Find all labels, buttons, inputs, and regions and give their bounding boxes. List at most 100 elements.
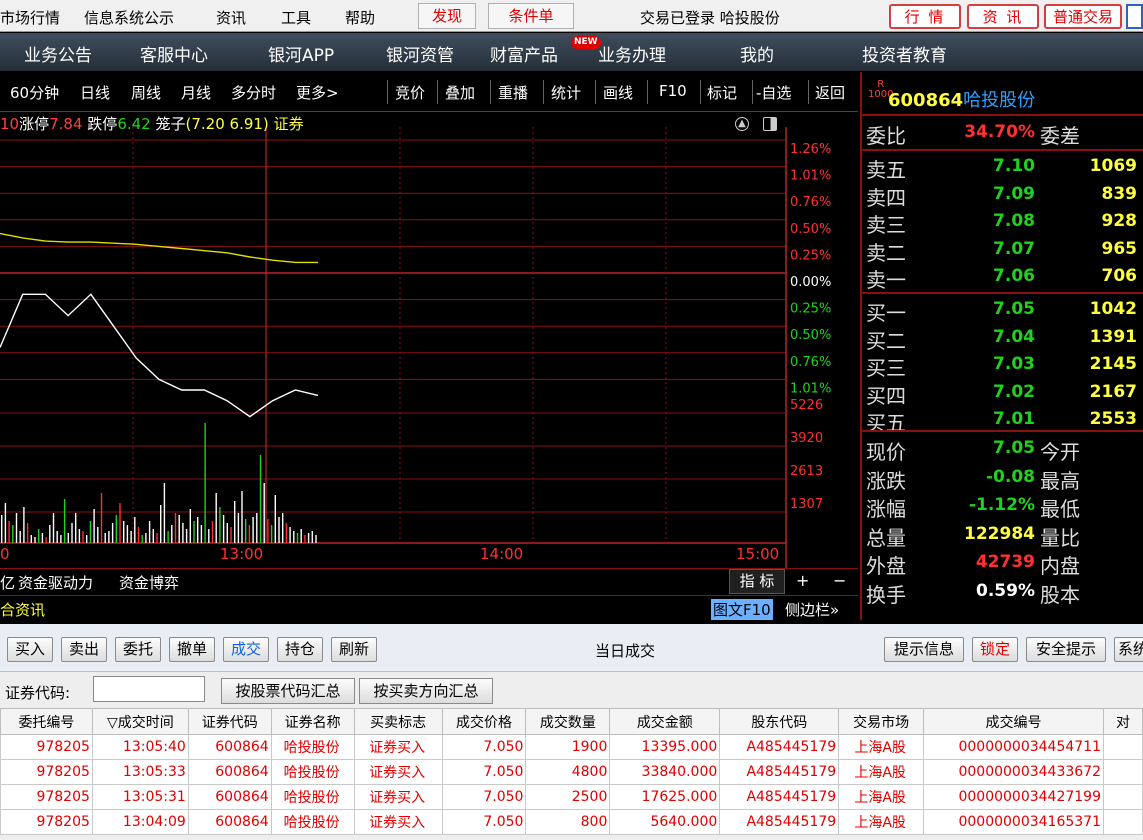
news-mode-button[interactable]: 资 讯 [967, 4, 1039, 29]
refresh-button[interactable]: 刷新 [331, 637, 377, 662]
volume-bar [307, 533, 310, 543]
menu-market[interactable]: 市场行情 [0, 7, 60, 28]
normal-trade-button[interactable]: 普通交易 [1044, 4, 1122, 29]
ask-level-row[interactable]: 卖二 7.07 965 [866, 237, 1143, 265]
column-header[interactable]: 委托编号 [0, 708, 93, 735]
conditional-order-button[interactable]: 条件单 [488, 3, 574, 29]
lock-button[interactable]: 锁定 [972, 637, 1018, 662]
column-header[interactable]: 证券名称 [270, 708, 355, 735]
ask-price: 7.09 [993, 183, 1035, 204]
tb-replay[interactable]: 重播 [498, 82, 528, 103]
intraday-chart[interactable]: 1.26% 1.01% 0.76% 0.50% 0.25% 0.00% 0.25% 0.50%… [0, 113, 858, 620]
filled-orders-button[interactable]: 成交 [223, 637, 269, 662]
news-label[interactable]: 合资讯 [0, 599, 45, 620]
code-input[interactable] [93, 676, 205, 702]
volume-bar [8, 521, 10, 543]
table-cell: 7.050 [441, 784, 527, 810]
nav-wealth-products[interactable]: 财富产品 [490, 41, 558, 66]
tb-draw[interactable]: 画线 [603, 82, 633, 103]
column-header[interactable]: 买卖标志 [353, 708, 443, 735]
cancel-order-button[interactable]: 撤单 [169, 637, 215, 662]
tips-button[interactable]: 提示信息 [884, 637, 964, 662]
tb-daily[interactable]: 日线 [80, 82, 110, 103]
indicator-button[interactable]: 指 标 [729, 569, 785, 594]
expand-icon[interactable]: ▲ [735, 117, 749, 131]
tb-overlay[interactable]: 叠加 [445, 82, 475, 103]
column-header[interactable]: 对 [1102, 708, 1143, 735]
menu-help[interactable]: 帮助 [345, 7, 375, 28]
bid-level-row[interactable]: 买四 7.02 2167 [866, 380, 1143, 408]
nav-service-center[interactable]: 客服中心 [140, 41, 208, 66]
column-header[interactable]: 成交价格 [441, 708, 527, 735]
buy-button[interactable]: 买入 [7, 637, 53, 662]
sum-by-direction-button[interactable]: 按买卖方向汇总 [359, 678, 493, 704]
add-indicator-icon[interactable]: + [796, 571, 809, 590]
volume-bar [163, 483, 166, 543]
bid-level-row[interactable]: 买三 7.03 2145 [866, 352, 1143, 380]
ask-level-row[interactable]: 卖一 7.06 706 [866, 264, 1143, 292]
tb-multi-period[interactable]: 多分时 [231, 82, 276, 103]
nav-business[interactable]: 业务办理 [598, 41, 666, 66]
toolbar-divider [700, 80, 701, 104]
tb-60min[interactable]: 60分钟 [10, 82, 59, 103]
column-header[interactable]: 交易市场 [838, 708, 925, 735]
tb-auction[interactable]: 竞价 [395, 82, 425, 103]
tb-watchlist[interactable]: -自选 [756, 82, 791, 103]
column-header[interactable]: 成交金额 [609, 708, 721, 735]
window-control-icon[interactable] [1126, 4, 1143, 29]
tb-f10[interactable]: F10 [659, 82, 687, 100]
tab-fund-drive[interactable]: 资金驱动力 [18, 572, 93, 593]
table-cell: 证券买入 [353, 809, 443, 835]
tb-back[interactable]: 返回 [815, 82, 845, 103]
ask-level-row[interactable]: 卖三 7.08 928 [866, 209, 1143, 237]
menu-news[interactable]: 资讯 [216, 7, 246, 28]
column-header[interactable]: 证券代码 [187, 708, 272, 735]
nav-investor-education[interactable]: 投资者教育 [862, 41, 947, 66]
table-cell: 上海A股 [838, 759, 925, 785]
order-button[interactable]: 委托 [115, 637, 161, 662]
menu-tools[interactable]: 工具 [281, 7, 311, 28]
nav-announcements[interactable]: 业务公告 [24, 41, 92, 66]
panel-toggle-icon[interactable] [763, 117, 777, 131]
tab-fragment[interactable]: 亿 [0, 572, 15, 593]
table-cell: 978205 [0, 759, 93, 785]
table-row[interactable]: 978205 13:05:40 600864 哈投股份 证券买入 7.050 1900 133… [0, 734, 1143, 760]
ask-level-row[interactable]: 卖四 7.09 839 [866, 182, 1143, 210]
volume-bar [75, 513, 77, 543]
column-header[interactable]: 股东代码 [719, 708, 840, 735]
graphic-f10-button[interactable]: 图文F10 [711, 599, 773, 620]
table-row[interactable]: 978205 13:05:31 600864 哈投股份 证券买入 7.050 2500 176… [0, 784, 1143, 810]
tb-more[interactable]: 更多> [296, 82, 339, 103]
column-header[interactable]: ▽成交时间 [91, 708, 189, 735]
tab-fund-game[interactable]: 资金博弈 [119, 572, 179, 593]
tb-stats[interactable]: 统计 [551, 82, 581, 103]
sector-label[interactable]: 证券 [274, 115, 304, 133]
weibi-value: 34.70% [964, 122, 1035, 142]
quote-panel: R 1000 600864哈投股份 委比 34.70% 委差 卖五 7.10 1069… [860, 72, 1143, 620]
menu-info-disclosure[interactable]: 信息系统公示 [84, 7, 174, 28]
sum-by-code-button[interactable]: 按股票代码汇总 [221, 678, 355, 704]
tb-weekly[interactable]: 周线 [131, 82, 161, 103]
bid-level-row[interactable]: 买一 7.05 1042 [866, 297, 1143, 325]
column-header[interactable]: 成交编号 [923, 708, 1104, 735]
nav-asset-mgmt[interactable]: 银河资管 [386, 41, 454, 66]
ask-level-row[interactable]: 卖五 7.10 1069 [866, 154, 1143, 182]
column-header[interactable]: 成交数量 [525, 708, 611, 735]
tb-mark[interactable]: 标记 [707, 82, 737, 103]
positions-button[interactable]: 持仓 [277, 637, 323, 662]
nav-galaxy-app[interactable]: 银河APP [268, 41, 334, 66]
tb-monthly[interactable]: 月线 [181, 82, 211, 103]
bid-level-row[interactable]: 买二 7.04 1391 [866, 325, 1143, 353]
security-tips-button[interactable]: 安全提示 [1026, 637, 1106, 662]
table-row[interactable]: 978205 13:04:09 600864 哈投股份 证券买入 7.050 800 5640… [0, 809, 1143, 835]
system-button[interactable]: 系统 [1114, 637, 1143, 662]
remove-indicator-icon[interactable]: − [833, 571, 846, 590]
quote-mode-button[interactable]: 行 情 [889, 4, 961, 29]
sell-button[interactable]: 卖出 [61, 637, 107, 662]
table-row[interactable]: 978205 13:05:33 600864 哈投股份 证券买入 7.050 4800 338… [0, 759, 1143, 785]
nav-mine[interactable]: 我的 [740, 41, 774, 66]
volume-bar [245, 519, 247, 543]
sidebar-toggle[interactable]: 侧边栏» [785, 599, 839, 620]
stock-name: 哈投股份 [963, 90, 1036, 111]
discover-button[interactable]: 发现 [418, 3, 476, 29]
